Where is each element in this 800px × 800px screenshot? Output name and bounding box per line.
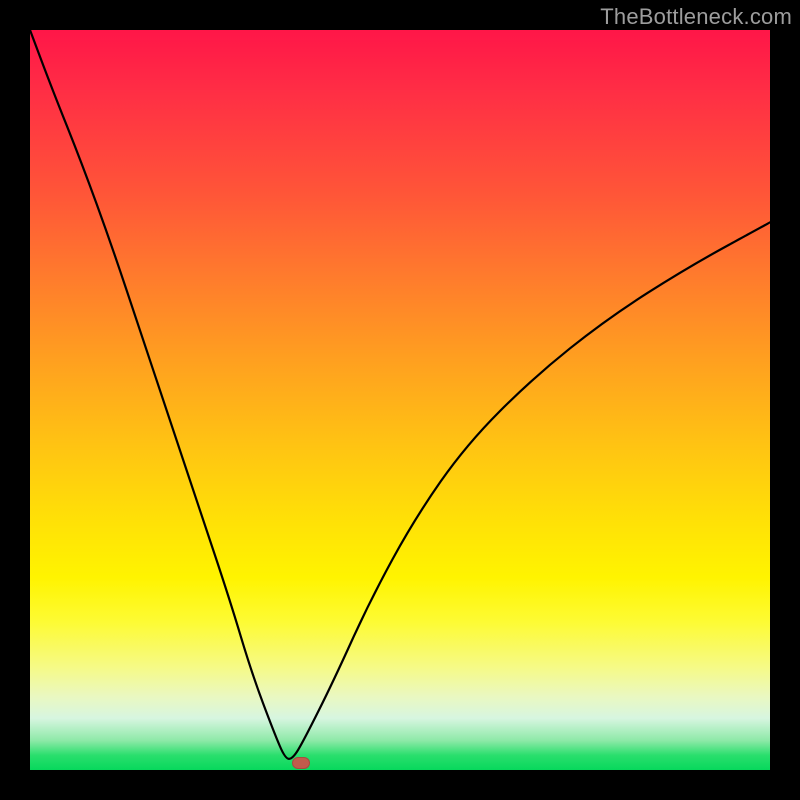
bottleneck-curve [30, 30, 770, 770]
minimum-marker [292, 757, 310, 769]
watermark-text: TheBottleneck.com [600, 4, 792, 30]
chart-frame: TheBottleneck.com [0, 0, 800, 800]
plot-area [30, 30, 770, 770]
